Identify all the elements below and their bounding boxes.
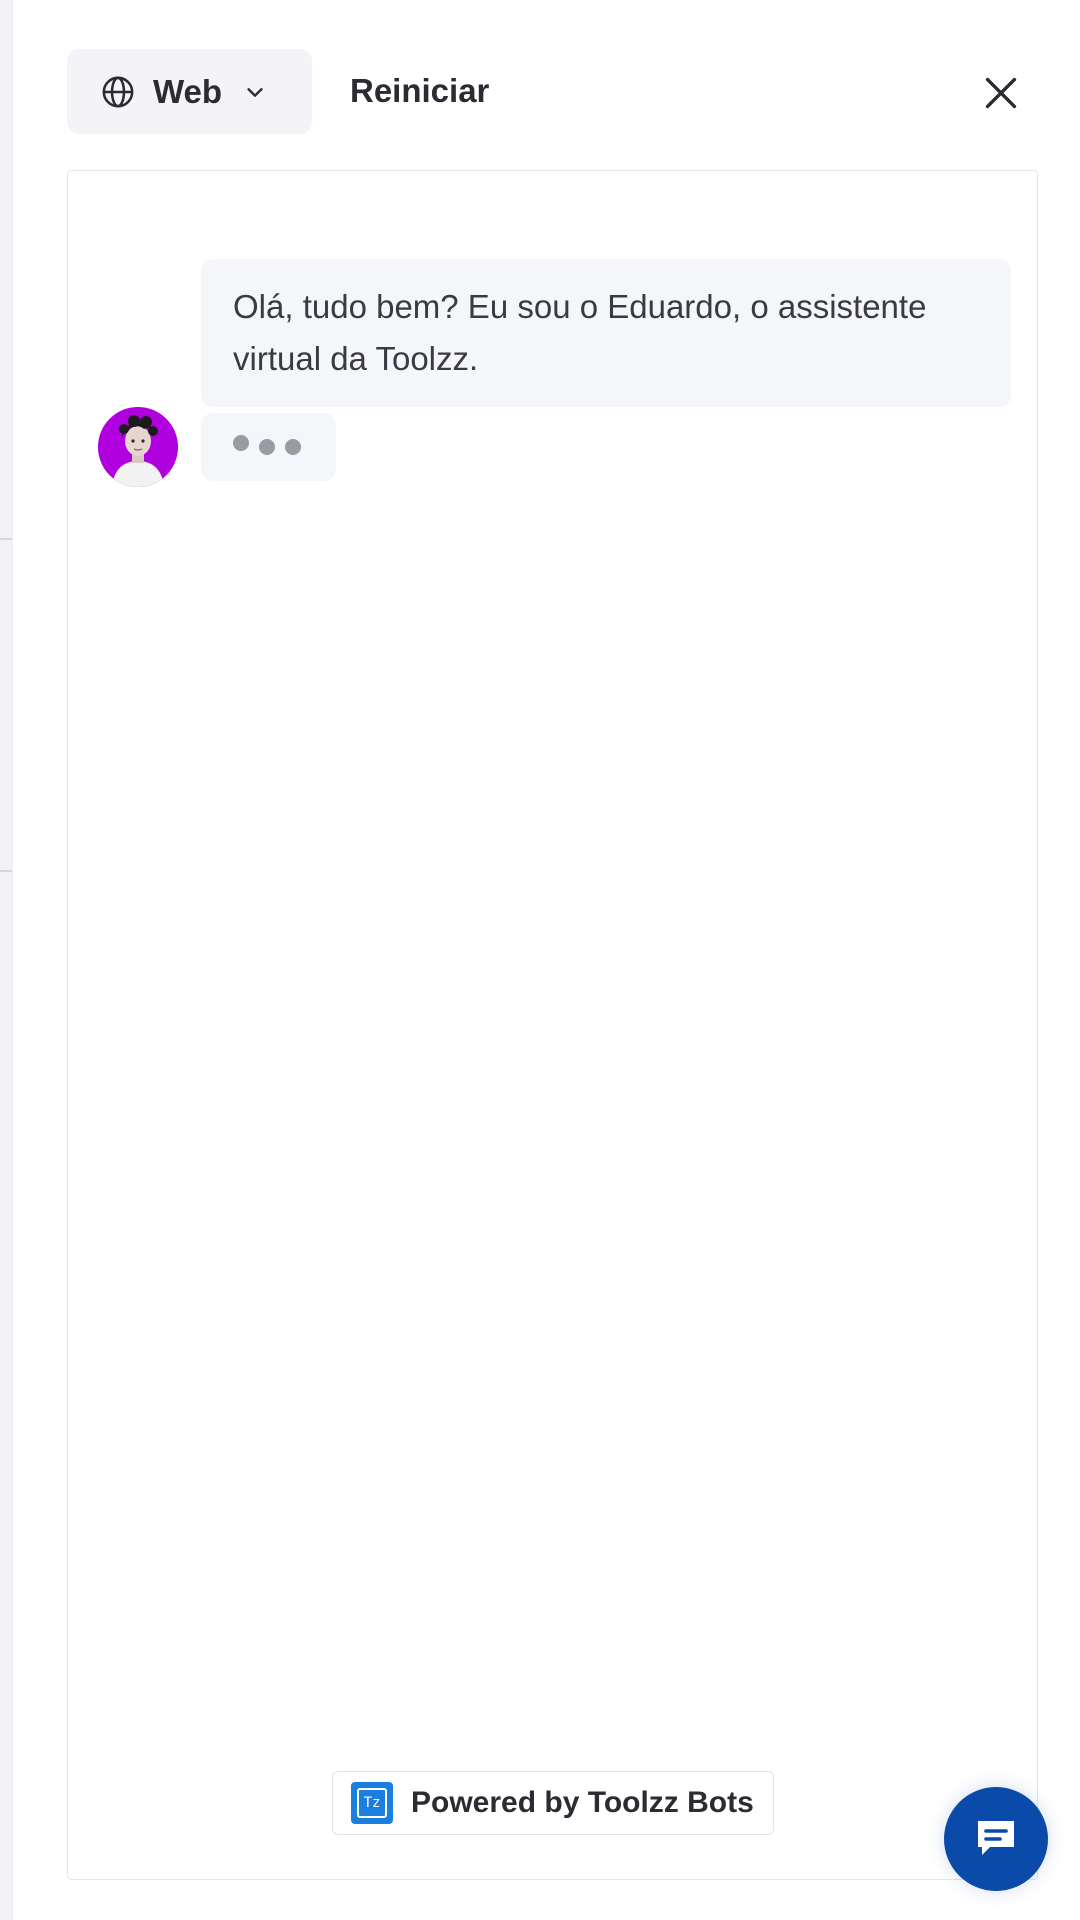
typing-dot [233,435,249,451]
chat-launcher-button[interactable] [944,1787,1048,1891]
restart-button[interactable]: Reiniciar [350,66,489,116]
backdrop-edge [0,0,13,1920]
bot-message: Olá, tudo bem? Eu sou o Eduardo, o assis… [201,259,1011,407]
language-selector[interactable]: Web [67,49,312,134]
chat-panel: Olá, tudo bem? Eu sou o Eduardo, o assis… [67,170,1038,1880]
language-selector-label: Web [153,72,223,110]
backdrop-divider [0,538,12,540]
globe-icon [101,75,135,109]
typing-indicator [201,413,336,481]
powered-by-label: Powered by Toolzz Bots [411,1786,754,1819]
typing-dot [285,439,301,455]
powered-by-link[interactable]: Tz Powered by Toolzz Bots [332,1771,774,1835]
backdrop-divider [0,870,12,872]
toolzz-logo-icon: Tz [351,1782,393,1824]
close-icon[interactable] [978,70,1024,116]
chat-header: Web Reiniciar [0,0,1080,170]
toolzz-logo-mark: Tz [357,1788,387,1818]
avatar [98,407,178,487]
chat-bubble-icon [972,1813,1020,1866]
chevron-down-icon [244,81,266,103]
chat-widget-page: Web Reiniciar Olá, tudo bem? Eu sou o Ed… [0,0,1080,1920]
typing-dot [259,439,275,455]
